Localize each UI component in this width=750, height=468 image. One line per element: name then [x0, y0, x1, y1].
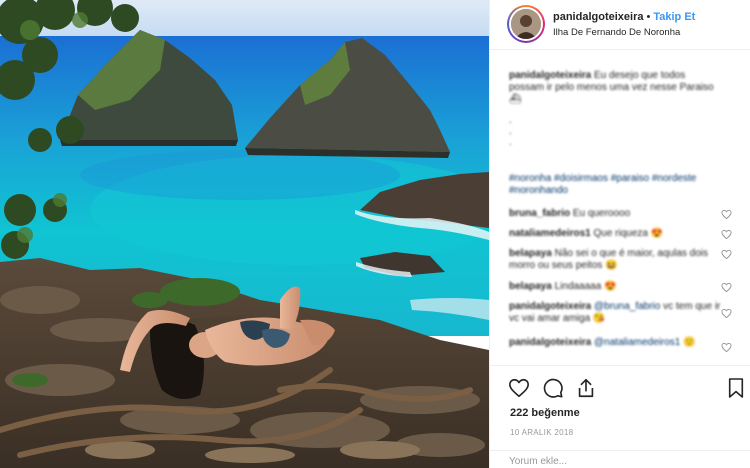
- post-image: [0, 0, 489, 468]
- caption-dot: .: [509, 126, 512, 137]
- heart-eyes-emoji-icon: 😍: [604, 281, 617, 292]
- instagram-post: panidalgoteixeira • Takip Et Ilha De Ferna…: [0, 0, 750, 468]
- comment-username[interactable]: belapaya: [509, 248, 552, 259]
- face-emoji-icon: 😍: [650, 228, 664, 239]
- location-link[interactable]: Ilha De Fernando De Noronha: [553, 27, 680, 38]
- username-row: panidalgoteixeira • Takip Et: [553, 11, 695, 23]
- post-side-panel: panidalgoteixeira • Takip Et Ilha De Ferna…: [489, 0, 750, 468]
- caption-username[interactable]: panidalgoteixeira: [509, 70, 591, 81]
- post-header: panidalgoteixeira • Takip Et Ilha De Ferna…: [490, 0, 750, 50]
- comment: belapaya Não sei o que é maior, aqulas d…: [509, 248, 724, 272]
- comment-like-icon[interactable]: [721, 282, 732, 293]
- caption-dots: . . .: [509, 115, 512, 148]
- likes-count[interactable]: 222 beğenme: [510, 407, 580, 419]
- follow-button[interactable]: Takip Et: [653, 11, 695, 23]
- laugh-emoji-icon: 😆: [605, 260, 618, 271]
- comment-mention[interactable]: @bruna_fabrio: [594, 301, 660, 312]
- comment-text: Eu queroooo: [572, 208, 631, 219]
- share-icon[interactable]: [575, 377, 597, 399]
- comment-username[interactable]: belapaya: [509, 281, 552, 292]
- bookmark-icon[interactable]: [727, 377, 745, 399]
- comment-like-icon[interactable]: [721, 229, 732, 240]
- comment-input[interactable]: [509, 456, 729, 467]
- ship-icon: ⛴: [509, 94, 522, 105]
- comment-like-icon[interactable]: [721, 209, 732, 220]
- caption-dot: .: [509, 137, 512, 148]
- separator-dot: •: [646, 11, 651, 23]
- comment: nataliamedeiros1 Que riqueza 😍: [509, 228, 724, 240]
- comment-username[interactable]: bruna_fabrio: [509, 208, 570, 219]
- comment-like-icon[interactable]: [721, 249, 732, 260]
- post-actions: 222 beğenme 10 ARALIK 2018: [490, 365, 750, 468]
- avatar-story-ring[interactable]: [507, 5, 545, 43]
- caption-hashtags[interactable]: #noronha #doisirmaos #paraiso #nordeste …: [509, 173, 734, 197]
- smile-emoji-icon: 🙂: [683, 337, 696, 348]
- avatar[interactable]: [509, 7, 543, 41]
- add-comment-bar: [490, 450, 750, 468]
- post-photo[interactable]: [0, 0, 489, 468]
- comment-username[interactable]: panidalgoteixeira: [509, 337, 591, 348]
- comment-like-icon[interactable]: [721, 342, 732, 353]
- comment-username[interactable]: panidalgoteixeira: [509, 301, 591, 312]
- comment-text: Lindaaaaa: [554, 281, 602, 292]
- comment-mention[interactable]: @nataliamedeiros1: [594, 337, 680, 348]
- header-username[interactable]: panidalgoteixeira: [553, 11, 643, 23]
- comments-list[interactable]: panidalgoteixeira Eu desejo que todos po…: [490, 60, 750, 365]
- avatar-image: [511, 9, 541, 39]
- comment: panidalgoteixeira @nataliamedeiros1 🙂: [509, 337, 724, 349]
- comment-text: Que riqueza: [593, 228, 648, 239]
- comment: belapaya Lindaaaaa 😍: [509, 281, 724, 293]
- post-date: 10 ARALIK 2018: [510, 428, 574, 437]
- comment-username[interactable]: nataliamedeiros1: [509, 228, 591, 239]
- comment: panidalgoteixeira @bruna_fabrio vc tem q…: [509, 301, 724, 325]
- comment: bruna_fabrio Eu queroooo: [509, 208, 724, 220]
- kiss-emoji-icon: 😘: [592, 313, 606, 324]
- comment-like-icon[interactable]: [721, 308, 732, 319]
- heart-icon[interactable]: [508, 377, 530, 399]
- comment-icon[interactable]: [542, 377, 564, 399]
- caption-dot: .: [509, 115, 512, 126]
- caption: panidalgoteixeira Eu desejo que todos po…: [509, 70, 719, 106]
